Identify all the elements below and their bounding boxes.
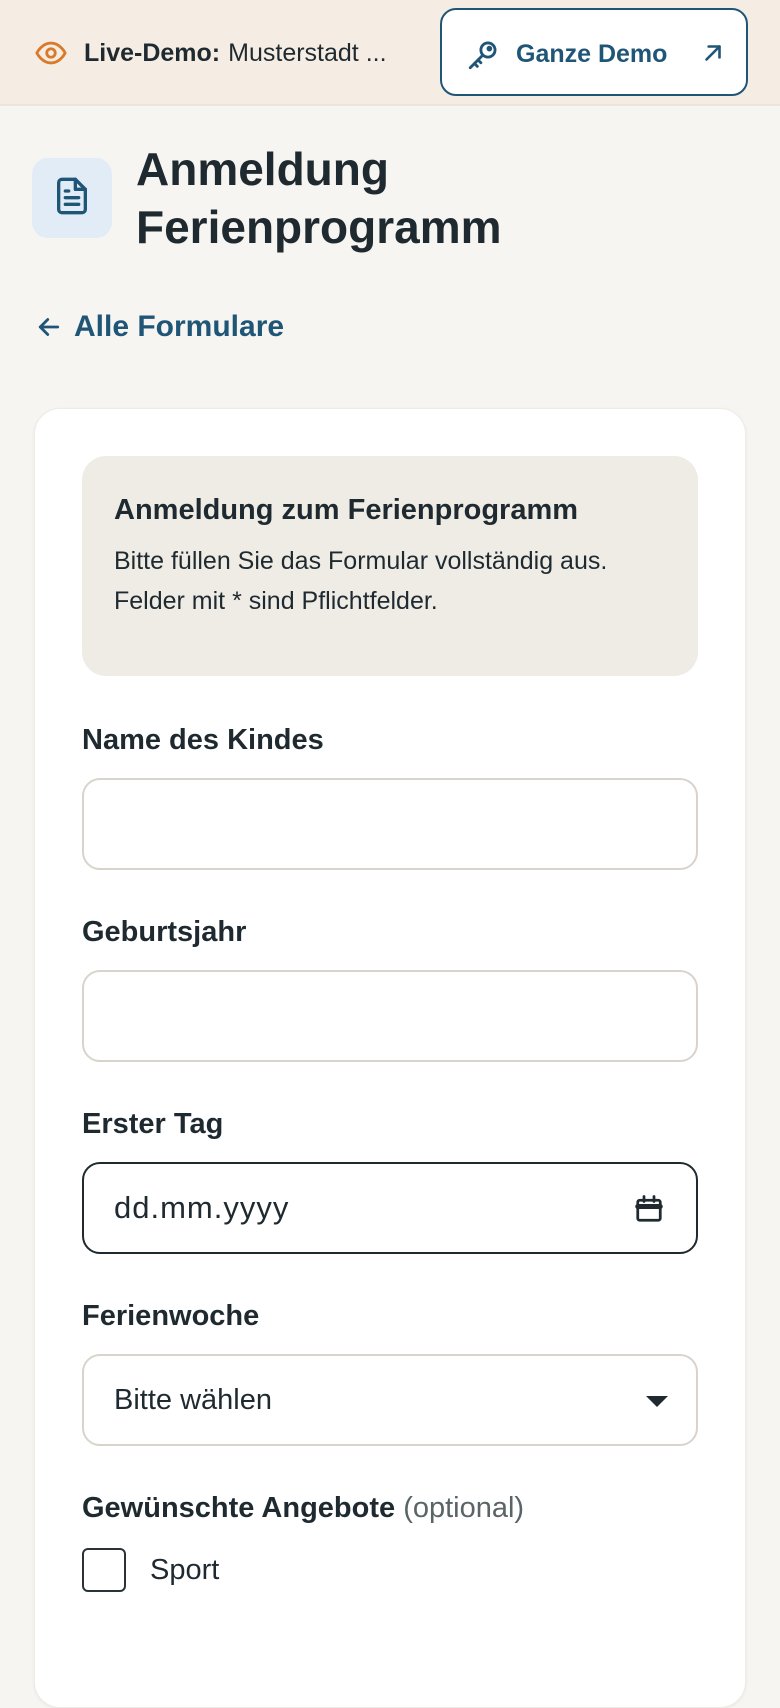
birth-year-input[interactable] [82,970,698,1062]
offers-optional-hint: (optional) [403,1492,525,1524]
offer-option-sport[interactable]: Sport [82,1548,219,1592]
external-arrow-icon [700,40,726,66]
week-label: Ferienwoche [82,1300,260,1332]
full-demo-label: Ganze Demo [516,40,668,68]
full-demo-button[interactable]: Ganze Demo [440,8,748,96]
first-day-label: Erster Tag [82,1108,224,1140]
child-name-input[interactable] [82,778,698,870]
offers-label-text: Gewünschte Angebote [82,1492,396,1524]
back-link-label: Alle Formulare [74,310,285,343]
form-intro-title: Anmeldung zum Ferienprogramm [114,494,579,526]
eye-icon [34,36,68,70]
key-icon [466,38,500,72]
week-select-value: Bitte wählen [114,1383,272,1416]
demo-info: Live-Demo: Musterstadt ... [34,34,387,72]
week-select[interactable]: Bitte wählen [82,1354,698,1446]
sport-checkbox[interactable] [82,1548,126,1592]
document-icon-tile [32,158,112,238]
calendar-icon[interactable] [634,1194,664,1224]
offers-label: Gewünschte Angebote (optional) [82,1492,524,1525]
demo-location: Musterstadt ... [228,38,387,67]
date-placeholder: dd.mm.yyyy [114,1190,290,1225]
demo-prefix: Live-Demo: [84,38,221,67]
arrow-left-icon [34,312,64,342]
form-intro: Anmeldung zum Ferienprogramm Bitte fülle… [82,456,698,676]
birth-year-label: Geburtsjahr [82,916,247,948]
back-to-forms-link[interactable]: Alle Formulare [34,310,284,344]
child-name-label: Name des Kindes [82,724,324,756]
caret-down-icon [646,1396,668,1407]
form-intro-text: Bitte füllen Sie das Formular vollständi… [114,547,608,615]
document-icon [52,176,92,221]
page-title: Anmeldung Ferienprogramm [136,143,502,253]
demo-banner: Live-Demo: Musterstadt ... Ganze Demo [0,0,780,106]
first-day-date-input[interactable]: dd.mm.yyyy [82,1162,698,1254]
sport-checkbox-label[interactable]: Sport [150,1554,219,1587]
